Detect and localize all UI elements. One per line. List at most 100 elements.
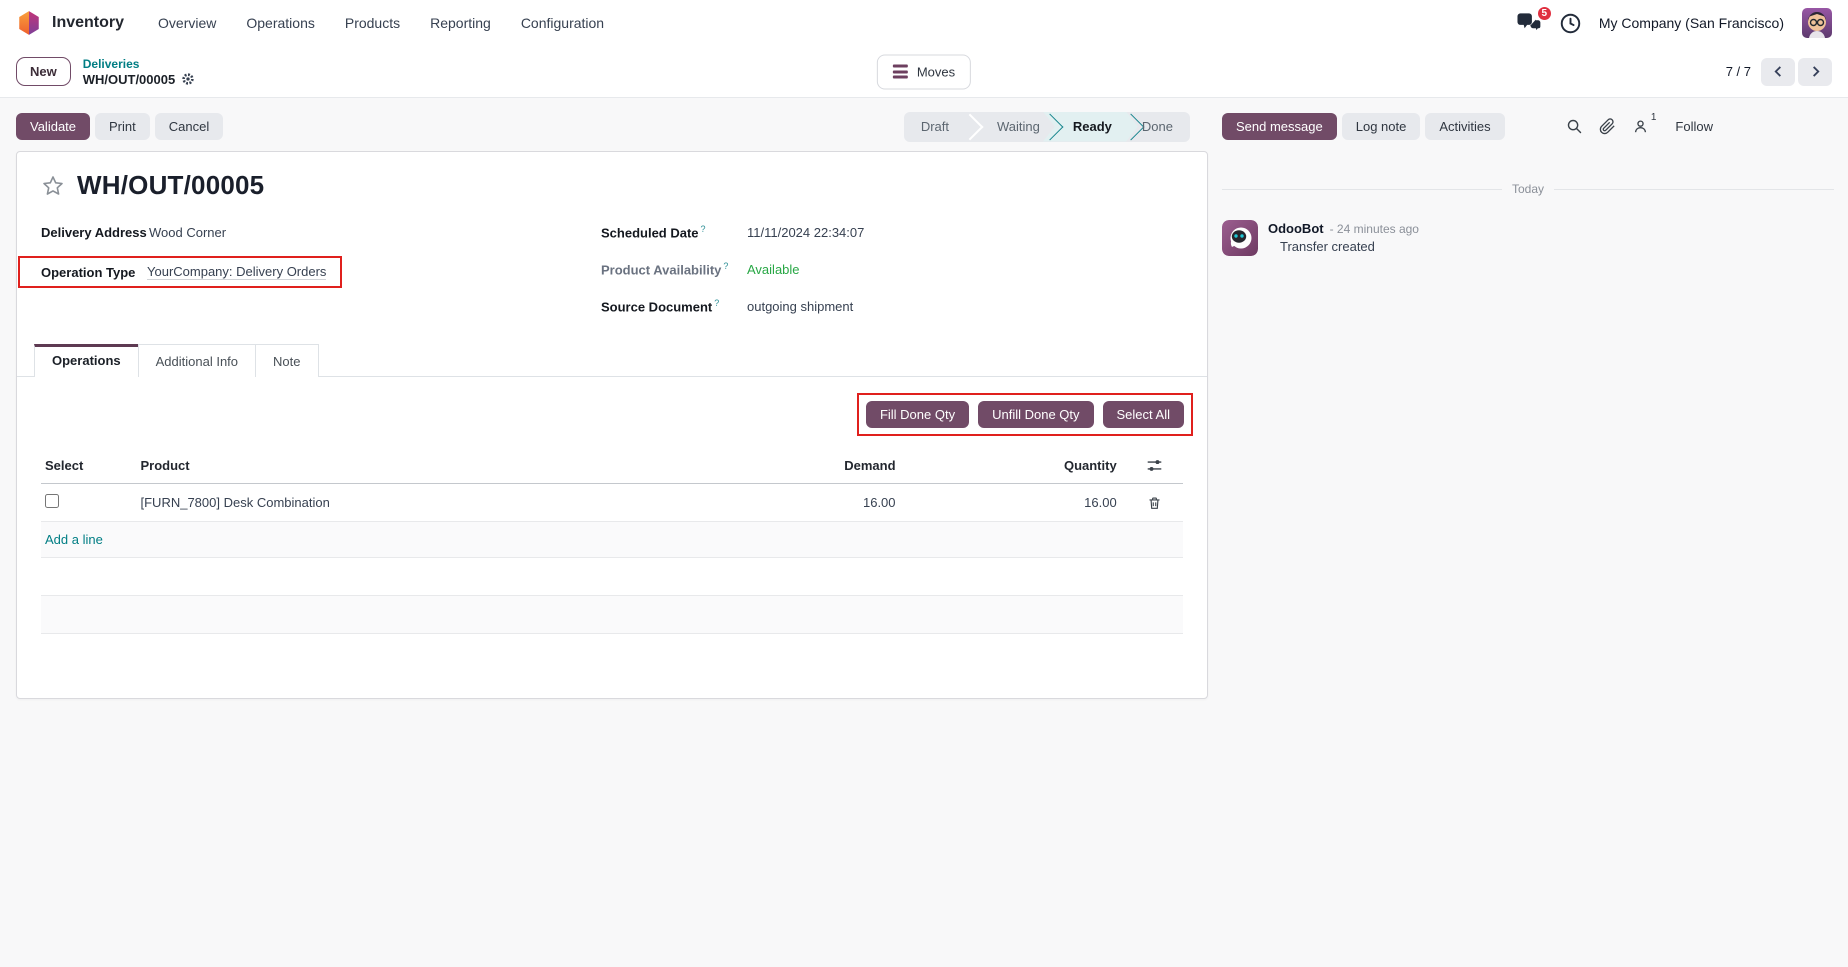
activities-systray-button[interactable] [1560,13,1581,34]
pager-next-button[interactable] [1798,57,1832,86]
date-divider: Today [1222,182,1834,196]
control-panel: New Deliveries WH/OUT/00005 Moves 7 / 7 [0,46,1848,98]
form-sheet: WH/OUT/00005 Delivery Address Wood Corne… [16,151,1208,699]
status-step-ready[interactable]: Ready [1036,112,1145,142]
delivery-address-label: Delivery Address [41,224,147,240]
paperclip-icon [1600,118,1616,135]
row-demand-cell[interactable]: 16.00 [699,483,906,522]
sliders-icon [1148,460,1162,471]
empty-row [41,595,1183,634]
print-button[interactable]: Print [95,113,150,140]
row-quantity-cell[interactable]: 16.00 [905,483,1127,522]
search-icon [1568,119,1582,134]
message-author: OdooBot [1268,221,1324,236]
statusbar: Draft Waiting Ready Done [903,111,1190,142]
optional-columns-button[interactable] [1126,448,1183,484]
company-switcher[interactable]: My Company (San Francisco) [1599,15,1784,31]
send-message-button[interactable]: Send message [1222,113,1337,140]
tab-note[interactable]: Note [255,344,319,377]
clock-icon [1560,13,1581,34]
annotation-box-actions: Fill Done Qty Unfill Done Qty Select All [856,393,1193,436]
scheduled-date-value[interactable]: 11/11/2024 22:34:07 [747,225,864,240]
menu-reporting[interactable]: Reporting [430,15,491,31]
gear-icon[interactable] [181,72,195,86]
top-navbar: Inventory Overview Operations Products R… [0,0,1848,46]
menu-overview[interactable]: Overview [158,15,216,31]
breadcrumb-current-record: WH/OUT/00005 [82,71,176,87]
moves-button[interactable]: Moves [876,54,972,89]
table-row: [FURN_7800] Desk Combination 16.00 16.00 [41,483,1183,522]
follower-person-icon [1635,120,1647,133]
attachments-button[interactable] [1599,118,1616,135]
trash-icon [1149,496,1160,509]
source-document-value[interactable]: outgoing shipment [747,299,853,314]
cancel-button[interactable]: Cancel [154,113,224,140]
content-area: Validate Print Cancel Draft Waiting Read… [0,98,1848,967]
row-delete-button[interactable] [1126,483,1183,522]
app-menu-button[interactable]: Inventory [16,10,124,36]
notebook: Operations Additional Info Note Fill Don… [17,344,1207,634]
empty-row [41,557,1183,596]
operation-type-label: Operation Type [41,264,136,280]
menu-configuration[interactable]: Configuration [521,15,604,31]
add-a-line-link[interactable]: Add a line [45,532,103,547]
row-product-cell[interactable]: [FURN_7800] Desk Combination [136,483,700,522]
message-time: - 24 minutes ago [1329,222,1419,236]
breadcrumb-deliveries-link[interactable]: Deliveries [83,57,195,72]
validate-button[interactable]: Validate [16,113,91,140]
user-avatar[interactable] [1802,8,1832,38]
form-statusbar-row: Validate Print Cancel Draft Waiting Read… [16,111,1190,142]
operations-table: Select Product Demand Quantity [FURN_780… [41,448,1183,634]
search-messages-button[interactable] [1566,118,1583,135]
odoobot-avatar [1222,220,1258,256]
pager: 7 / 7 [1725,57,1832,86]
product-availability-label: Product Availability? [601,260,729,278]
activities-button[interactable]: Activities [1425,113,1505,140]
status-step-done[interactable]: Done [1132,112,1190,142]
menu-operations[interactable]: Operations [246,15,314,31]
record-title: WH/OUT/00005 [77,170,265,200]
operation-type-value[interactable]: YourCompany: Delivery Orders [147,264,327,280]
help-marker: ? [714,297,720,308]
pager-count: 7 / 7 [1725,64,1751,79]
follow-button[interactable]: Follow [1675,119,1713,134]
chatter-message: OdooBot - 24 minutes ago Transfer create… [1222,220,1848,256]
new-button[interactable]: New [16,57,71,86]
fill-done-qty-button[interactable]: Fill Done Qty [865,401,970,428]
column-header-demand[interactable]: Demand [699,448,906,484]
breadcrumb: Deliveries WH/OUT/00005 [83,57,195,87]
chevron-left-icon [1773,66,1781,77]
app-name: Inventory [52,14,125,31]
chatter-panel: Send message Log note Activities 1 Follo… [1208,111,1848,967]
add-line-row: Add a line [41,521,1183,558]
product-availability-value: Available [747,261,800,277]
column-header-quantity[interactable]: Quantity [905,448,1127,484]
followers-button[interactable]: 1 [1632,112,1656,135]
unfill-done-qty-button[interactable]: Unfill Done Qty [978,401,1094,428]
pager-previous-button[interactable] [1761,57,1795,86]
status-separator [966,112,980,142]
column-header-select[interactable]: Select [41,448,137,484]
help-marker: ? [700,223,706,234]
row-select-checkbox[interactable] [45,494,59,508]
followers-count: 1 [1650,112,1657,123]
message-body: Transfer created [1280,239,1375,254]
log-note-button[interactable]: Log note [1341,113,1421,140]
messages-button[interactable]: 5 [1517,5,1553,34]
chevron-right-icon [1812,66,1820,77]
scheduled-date-label: Scheduled Date? [601,223,706,241]
moves-label: Moves [916,64,956,79]
main-menu: Overview Operations Products Reporting C… [158,15,604,31]
favorite-star-icon[interactable] [41,174,65,198]
source-document-label: Source Document? [601,297,720,315]
hamburger-icon [892,62,908,81]
column-header-product[interactable]: Product [136,448,700,484]
select-all-button[interactable]: Select All [1102,401,1184,428]
messages-badge: 5 [1535,5,1553,22]
tab-operations[interactable]: Operations [34,344,139,377]
annotation-box-operation-type: Operation Type YourCompany: Delivery Ord… [18,256,343,288]
menu-products[interactable]: Products [345,15,400,31]
delivery-address-value[interactable]: Wood Corner [149,225,226,240]
tab-additional-info[interactable]: Additional Info [137,344,257,377]
inventory-app-icon [16,10,42,36]
